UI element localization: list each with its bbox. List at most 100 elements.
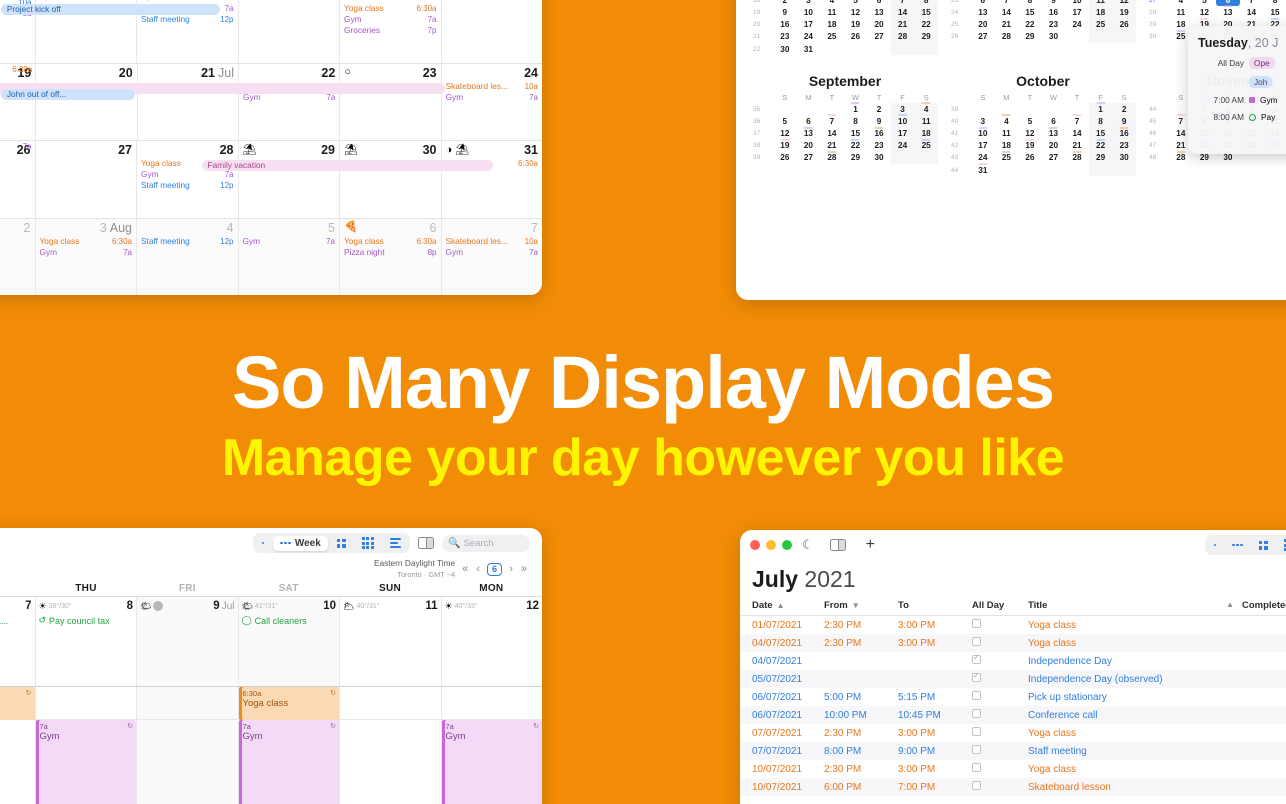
year-day-cell[interactable]: 10 (971, 126, 995, 140)
year-day-cell[interactable]: 16 (867, 126, 891, 140)
year-day-cell[interactable]: 25 (995, 150, 1019, 164)
month-day-cell[interactable]: 24 Skateboard les... 10a Gym 7a (440, 63, 542, 140)
table-row[interactable]: 04/07/2021 2:30 PM 3:00 PM Yoga class (740, 634, 1286, 652)
table-row[interactable]: 10/07/2021 2:30 PM 3:00 PM Yoga class (740, 760, 1286, 778)
popup-event-row[interactable]: 7:00 AM Gym (1198, 95, 1286, 105)
month-day-cell[interactable]: 15 (237, 0, 340, 63)
allday-checkbox[interactable] (972, 745, 981, 754)
year-day-cell[interactable]: 29 (1018, 31, 1042, 43)
year-day-cell[interactable]: 16 (773, 19, 797, 31)
month-event[interactable]: Yoga class 6:30a (40, 236, 133, 247)
month-event[interactable]: Yoga class 6:30a (344, 3, 437, 14)
allday-checkbox[interactable] (972, 763, 981, 772)
year-day-cell[interactable]: 10 (797, 6, 821, 18)
month-event[interactable]: Gym 7a (446, 247, 539, 258)
month-day-cell[interactable]: ○ 23 (339, 63, 440, 140)
month-view-panel[interactable]: Day...◌ Pay balance9aStaff meeting12p◌ P… (0, 0, 542, 295)
nav-first-button[interactable]: « (461, 563, 469, 575)
week-timed-column[interactable]: 7a Gym ↻ (34, 687, 136, 804)
month-event[interactable]: Gym 7a (446, 92, 538, 103)
month-event[interactable]: Skateboard les... 10a (446, 236, 539, 247)
view-mode-list[interactable] (383, 536, 408, 549)
year-day-cell[interactable]: 30 (773, 43, 797, 55)
year-day-cell[interactable] (914, 42, 938, 56)
year-day-cell[interactable]: 11 (1169, 6, 1193, 18)
event-chip[interactable]: Ope (1249, 57, 1275, 69)
popup-event-row[interactable]: All Day Ope (1198, 57, 1286, 69)
week-event[interactable]: 7a Gym ↻ (238, 720, 339, 804)
month-event[interactable]: Staff meeting 12p (141, 180, 234, 191)
week-task[interactable]: ↺Renew maga... (0, 615, 32, 626)
year-day-cell[interactable] (820, 43, 844, 55)
year-day-cell[interactable]: 8 (844, 115, 868, 127)
year-day-cell[interactable]: 22 (914, 18, 938, 31)
moon-icon[interactable]: ☾ (802, 537, 814, 553)
month-event[interactable]: Gym 7a (40, 247, 133, 258)
month-day-cell[interactable]: 21JulStaff meeting12p (136, 63, 238, 140)
cell-allday[interactable] (972, 619, 1028, 631)
month-day-cell[interactable]: ⛱ 29 (237, 141, 340, 218)
week-timed-column[interactable]: 7a Gym ↻ (440, 687, 542, 804)
view-mode-day[interactable] (1207, 542, 1224, 549)
cell-allday[interactable] (972, 637, 1028, 649)
year-day-cell[interactable]: 19 (773, 138, 797, 152)
year-day-cell[interactable]: 5 (1018, 115, 1042, 127)
year-day-cell[interactable]: 28 (1169, 150, 1193, 164)
year-day-cell[interactable] (797, 103, 821, 115)
year-day-cell[interactable]: 30 (867, 152, 891, 164)
week-timed-section[interactable]: 6:30aYoga class↻7aGym↻6:30aYoga class↻7a… (0, 686, 542, 804)
month-event[interactable]: Groceries 7p (344, 25, 437, 36)
month-event[interactable]: Yoga class 6:30a (344, 236, 437, 247)
week-event[interactable]: 6:30aYoga class↻ (238, 687, 339, 720)
year-day-cell[interactable]: 30 (1112, 151, 1136, 165)
year-day-cell[interactable]: 22 (1088, 138, 1113, 152)
year-day-cell[interactable]: 2 (867, 103, 891, 115)
year-day-cell[interactable]: 13 (1042, 126, 1066, 140)
allday-checkbox[interactable] (972, 619, 981, 628)
view-mode-year[interactable] (1277, 537, 1286, 553)
year-day-cell[interactable]: 26 (773, 152, 797, 164)
table-row[interactable]: 07/07/2021 8:00 PM 9:00 PM Staff meeting (740, 742, 1286, 760)
year-day-cell[interactable] (1018, 103, 1042, 115)
view-mode-segmented-control[interactable]: Week (252, 532, 410, 554)
year-day-cell[interactable]: 23 (1042, 19, 1066, 31)
year-day-cell[interactable]: 26 (1112, 18, 1136, 31)
cell-allday[interactable] (972, 671, 1028, 685)
year-day-cell[interactable] (1112, 30, 1136, 43)
table-row[interactable]: 10/07/2021 6:00 PM 7:00 PM Skateboard lesso… (740, 778, 1286, 796)
year-day-cell[interactable]: 22 (844, 138, 868, 152)
year-day-cell[interactable] (1065, 31, 1089, 43)
view-mode-month[interactable] (1252, 539, 1275, 552)
sidebar-icon[interactable] (829, 539, 846, 551)
year-day-cell[interactable]: 24 (1065, 19, 1089, 31)
timezone-row[interactable]: Eastern Daylight Time Toronto · GMT −4 «… (0, 558, 542, 583)
column-header-completed[interactable]: Completed Date (1242, 600, 1286, 611)
table-row[interactable]: 06/07/2021 10:00 PM 10:45 PM Conference cal… (740, 706, 1286, 724)
year-day-cell[interactable]: 25 (1088, 18, 1113, 31)
allday-checkbox[interactable] (972, 653, 981, 664)
month-day-cell[interactable]: 7 Skateboard les... 10a Gym 7a (440, 218, 542, 295)
column-header-from[interactable]: From ▼ (824, 600, 898, 611)
month-day-cell[interactable]: 3 Aug Yoga class 6:30a Gym 7a (34, 218, 136, 295)
year-day-cell[interactable]: 20 (867, 19, 891, 31)
year-day-cell[interactable]: 21 (995, 19, 1019, 31)
maximize-button[interactable] (782, 540, 792, 550)
popup-event-list[interactable]: All Day Ope Joh 7:00 AM Gym 8:00 AM Pay (1198, 57, 1286, 122)
table-row[interactable]: 06/07/2021 5:00 PM 5:15 PM Pick up stationa… (740, 688, 1286, 706)
table-row[interactable]: 04/07/2021 Independence Day (740, 652, 1286, 670)
close-button[interactable] (750, 540, 760, 550)
year-day-cell[interactable] (995, 164, 1019, 176)
year-day-cell[interactable]: 25 (820, 31, 844, 43)
year-day-cell[interactable]: 28 (995, 31, 1019, 43)
year-day-cell[interactable]: 18 (1088, 6, 1113, 19)
year-day-cell[interactable]: 24 (890, 139, 915, 152)
year-day-cell[interactable]: 28 (1065, 150, 1089, 164)
year-day-cell[interactable]: 31 (971, 163, 995, 176)
popup-event-row[interactable]: 8:00 AM Pay (1198, 112, 1286, 122)
year-day-cell[interactable]: 24 (797, 31, 821, 43)
column-header-allday[interactable]: All Day (972, 600, 1028, 611)
year-day-cell[interactable]: 25 (914, 138, 938, 152)
view-mode-month[interactable] (330, 537, 353, 550)
week-event[interactable]: 6:30aYoga class↻ (0, 687, 35, 720)
month-event[interactable]: Pizza night 8p (344, 247, 437, 258)
